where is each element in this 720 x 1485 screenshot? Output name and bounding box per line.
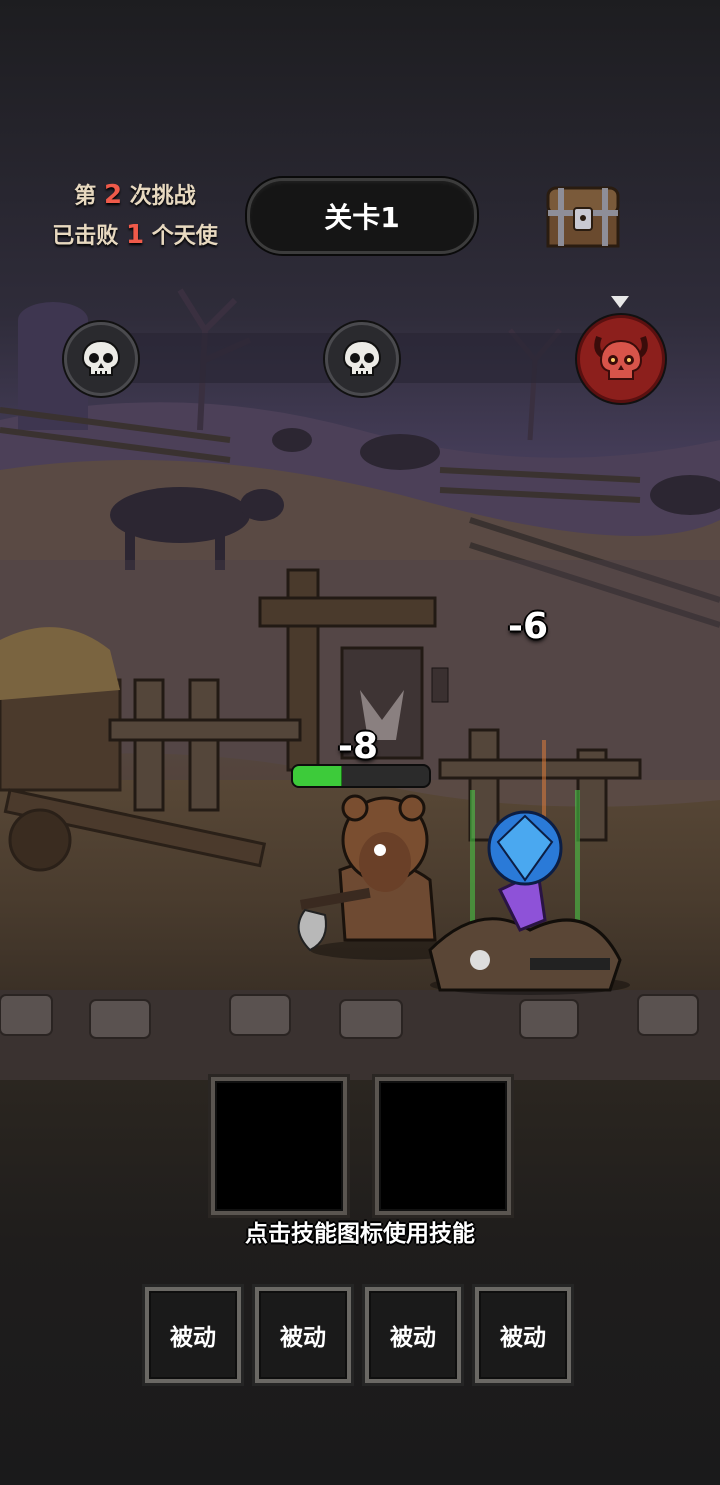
progress-node-2 [325, 322, 399, 396]
stage-label: 关卡1 [324, 201, 400, 234]
passive-label: 被动 [280, 1325, 326, 1351]
skill-hint-text: 点击技能图标使用技能 [245, 1221, 475, 1247]
attempt-count: 2 [103, 180, 123, 210]
skull-icon [342, 339, 382, 376]
current-position-marker [611, 296, 629, 308]
defeated-line: 已击败 1 个天使 [52, 220, 218, 250]
skill-slot-2[interactable] [375, 1077, 511, 1215]
passive-slot-3[interactable]: 被动 [365, 1287, 461, 1383]
defeated-count: 1 [125, 220, 145, 250]
passive-label: 被动 [170, 1325, 216, 1351]
passive-slot-1[interactable]: 被动 [145, 1287, 241, 1383]
demon-skull-icon [594, 335, 648, 380]
stage-title: 关卡1 [247, 178, 477, 254]
hud: 第 2 次挑战 已击败 1 个天使 关卡1 -6 -8 点击技能图标使用技能 被… [0, 0, 720, 1485]
skill-slot-1[interactable] [211, 1077, 347, 1215]
passive-slot-2[interactable]: 被动 [255, 1287, 351, 1383]
player-hp-bar [291, 764, 431, 788]
passive-label: 被动 [500, 1325, 546, 1351]
progress-node-1 [64, 322, 138, 396]
attempt-line: 第 2 次挑战 [74, 180, 196, 210]
challenge-info: 第 2 次挑战 已击败 1 个天使 [40, 176, 230, 256]
passive-slot-4[interactable]: 被动 [475, 1287, 571, 1383]
treasure-chest-icon[interactable] [544, 180, 622, 250]
progress-node-boss [577, 315, 665, 403]
enemy-damage-number: -6 [508, 606, 548, 647]
skull-icon [81, 339, 121, 376]
player-hp-fill [293, 766, 342, 786]
passive-label: 被动 [390, 1325, 436, 1351]
player-damage-number: -8 [338, 726, 378, 767]
